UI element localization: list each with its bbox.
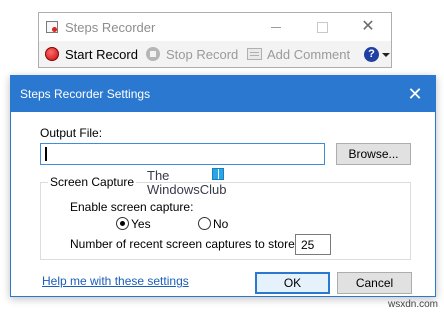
add-comment-label: Add Comment [267,47,351,62]
output-file-label: Output File: [40,126,103,140]
start-record-label: Start Record [65,47,138,62]
add-comment-icon [247,48,262,60]
steps-recorder-app-icon [46,21,58,33]
dialog-titlebar: Steps Recorder Settings ✕ [11,76,435,112]
radio-yes-label[interactable]: Yes [131,217,151,231]
add-comment-button[interactable]: Add Comment [247,47,350,63]
watermark-line-2: WindowsClub [147,182,227,197]
help-icon: ? [364,47,379,62]
cancel-button[interactable]: Cancel [337,272,412,294]
steps-recorder-window: Steps Recorder ✕ Start Record Stop Recor… [38,12,392,68]
text-cursor [45,147,47,161]
stop-record-button[interactable]: Stop Record [146,47,239,63]
capture-count-label: Number of recent screen captures to stor… [70,237,299,251]
site-credit: wsxdn.com [388,299,439,310]
settings-dialog: Steps Recorder Settings ✕ Output File: B… [10,75,436,297]
stop-record-label: Stop Record [166,47,239,62]
recorder-toolbar: Start Record Stop Record Add Comment ? [39,41,391,67]
browse-button[interactable]: Browse... [336,143,411,165]
enable-screen-capture-label: Enable screen capture: [70,200,194,214]
help-menu-button[interactable]: ? [364,47,390,63]
recorder-titlebar: Steps Recorder ✕ [39,13,391,41]
radio-yes[interactable] [116,217,129,230]
radio-no[interactable] [198,217,211,230]
minimize-button[interactable] [253,13,299,41]
chevron-down-icon [382,53,390,57]
ok-button[interactable]: OK [255,272,330,294]
capture-count-input[interactable] [295,234,331,255]
radio-no-label[interactable]: No [213,217,228,231]
start-record-button[interactable]: Start Record [45,47,138,63]
maximize-button[interactable] [299,13,345,41]
help-settings-link[interactable]: Help me with these settings [42,274,189,288]
screen-capture-legend: Screen Capture [48,175,137,189]
record-icon [45,47,59,61]
watermark-logo-icon [212,168,224,180]
stop-icon [146,47,160,61]
output-file-input[interactable] [40,143,325,165]
recorder-close-button[interactable]: ✕ [345,13,391,41]
dialog-title: Steps Recorder Settings [20,87,151,101]
recorder-title: Steps Recorder [65,20,156,35]
dialog-close-button[interactable]: ✕ [401,81,429,107]
